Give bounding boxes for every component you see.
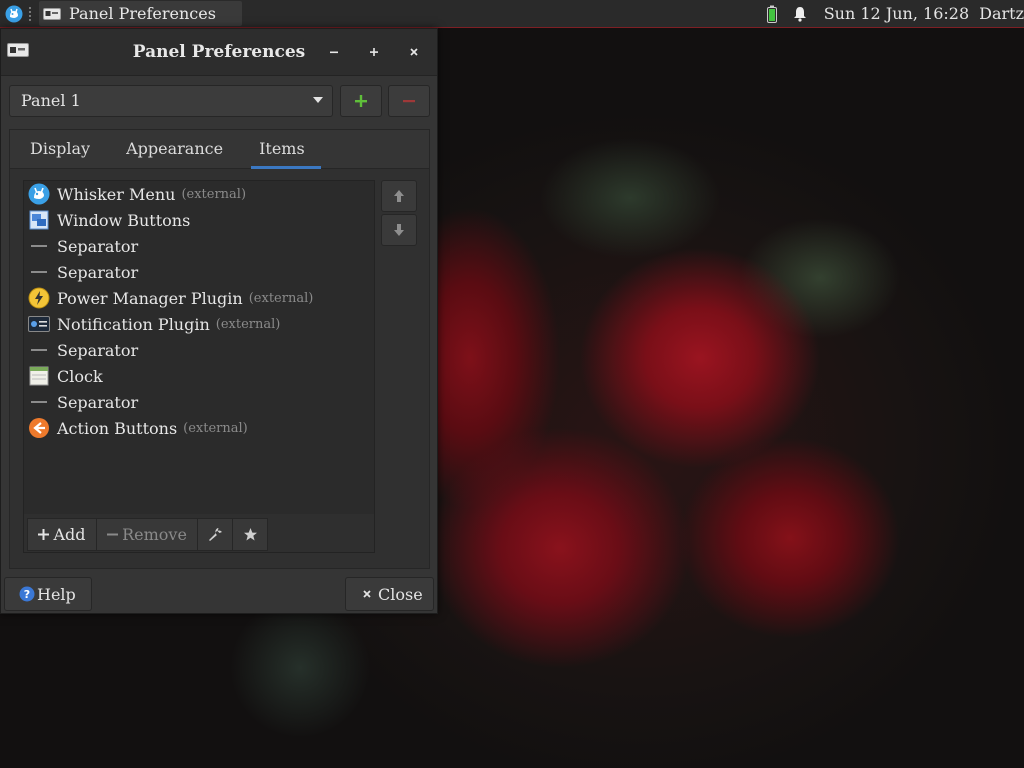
tab-bar: Display Appearance Items (10, 130, 429, 169)
plus-icon (38, 529, 50, 540)
separator-icon (27, 234, 51, 258)
battery-icon (766, 5, 777, 23)
list-item-name: Separator (57, 236, 139, 256)
separator-icon (27, 338, 51, 362)
list-item[interactable]: Window Buttons (24, 207, 374, 233)
panel-preferences-app-icon (43, 7, 61, 20)
power-manager-icon (27, 286, 51, 310)
panel-separator (29, 6, 35, 21)
list-item-external-tag: (external) (215, 316, 281, 332)
close-icon (410, 48, 418, 56)
window-buttons-icon (27, 208, 51, 232)
taskbar-task-panel-preferences[interactable]: Panel Preferences (39, 1, 242, 26)
action-buttons-icon (27, 416, 51, 440)
tab-display[interactable]: Display (10, 130, 106, 168)
arrow-up-icon (394, 190, 404, 202)
chevron-down-icon (313, 97, 323, 103)
help-button[interactable]: ? Help (4, 577, 92, 611)
list-item[interactable]: Action Buttons (external) (24, 415, 374, 441)
whisker-menu-launcher[interactable] (3, 3, 25, 25)
add-item-button[interactable]: Add (27, 518, 97, 551)
notification-plugin-icon (27, 312, 51, 336)
help-icon: ? (19, 586, 35, 602)
list-item[interactable]: Power Manager Plugin (external) (24, 285, 374, 311)
plus-icon (355, 95, 367, 107)
maximize-icon (370, 48, 378, 56)
list-item[interactable]: Separator (24, 233, 374, 259)
list-item-name: Separator (57, 340, 139, 360)
list-item-name: Whisker Menu (57, 184, 176, 204)
close-button[interactable]: Close (345, 577, 434, 611)
wrench-icon (208, 528, 222, 541)
remove-panel-button[interactable] (388, 85, 430, 117)
dialog-titlebar[interactable]: Panel Preferences (1, 29, 437, 76)
list-item-name: Window Buttons (57, 210, 191, 230)
items-toolbar: Add Remove (23, 514, 375, 553)
item-about-button[interactable] (232, 518, 268, 551)
preferences-notebook: Display Appearance Items Whisker Menu (ex… (9, 129, 430, 569)
move-item-down-button[interactable] (381, 214, 417, 246)
list-item[interactable]: Clock (24, 363, 374, 389)
panel-select-dropdown[interactable]: Panel 1 (9, 85, 333, 117)
add-item-label: Add (53, 525, 86, 544)
list-item[interactable]: Separator (24, 259, 374, 285)
tab-items[interactable]: Items (239, 130, 321, 169)
panel-user-name[interactable]: Dartz (979, 4, 1024, 23)
panel-selector-row: Panel 1 (9, 85, 430, 117)
list-item[interactable]: Notification Plugin (external) (24, 311, 374, 337)
whisker-menu-icon (5, 5, 23, 22)
remove-item-button[interactable]: Remove (96, 518, 198, 551)
help-label: Help (37, 584, 76, 604)
panel-select-value: Panel 1 (21, 91, 81, 110)
star-icon (243, 528, 257, 541)
list-item-external-tag: (external) (183, 420, 248, 436)
list-item-name: Separator (57, 392, 139, 412)
tab-appearance[interactable]: Appearance (106, 130, 239, 168)
minimize-icon (330, 51, 338, 54)
list-item-name: Separator (57, 262, 139, 282)
minus-icon (403, 100, 415, 103)
list-item-external-tag: (external) (181, 186, 247, 202)
list-item-name: Clock (57, 366, 103, 386)
notification-tray-button[interactable] (790, 4, 810, 24)
list-item[interactable]: Whisker Menu (external) (24, 181, 374, 207)
list-item-name: Action Buttons (57, 418, 178, 438)
close-window-button[interactable] (401, 39, 427, 65)
list-item[interactable]: Separator (24, 337, 374, 363)
whisker-menu-icon (27, 182, 51, 206)
separator-icon (27, 390, 51, 414)
panel-clock[interactable]: Sun 12 Jun, 16:28 (824, 4, 969, 23)
arrow-down-icon (394, 224, 404, 236)
minus-icon (107, 533, 119, 536)
list-item-external-tag: (external) (248, 290, 314, 306)
separator-icon (27, 260, 51, 284)
add-panel-button[interactable] (340, 85, 382, 117)
battery-tray-button[interactable] (762, 4, 782, 24)
item-properties-button[interactable] (197, 518, 233, 551)
close-label: Close (378, 584, 423, 604)
list-item[interactable]: Separator (24, 389, 374, 415)
list-item-name: Notification Plugin (57, 314, 210, 334)
close-icon (363, 590, 371, 598)
move-item-up-button[interactable] (381, 180, 417, 212)
panel-preferences-dialog: Panel Preferences Panel 1 Display Appear… (0, 28, 438, 614)
clock-icon (27, 364, 51, 388)
top-panel: Panel Preferences Sun 12 Jun, 16:28 Dart… (0, 0, 1024, 28)
svg-text:?: ? (24, 588, 30, 601)
bell-icon (793, 6, 806, 22)
remove-item-label: Remove (122, 525, 187, 544)
list-item-name: Power Manager Plugin (57, 288, 243, 308)
taskbar-task-label: Panel Preferences (69, 4, 216, 23)
panel-items-list[interactable]: Whisker Menu (external) Window Buttons Sepa… (23, 180, 375, 516)
maximize-button[interactable] (361, 39, 387, 65)
minimize-button[interactable] (321, 39, 347, 65)
